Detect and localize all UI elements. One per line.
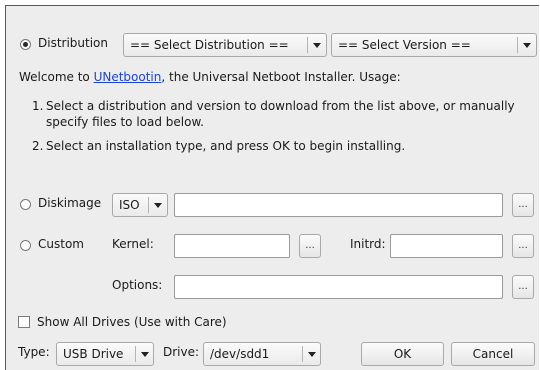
- version-select[interactable]: == Select Version ==: [331, 33, 537, 57]
- type-select-value: USB Drive: [63, 347, 124, 361]
- custom-label[interactable]: Custom: [38, 237, 84, 251]
- diskimage-browse-button[interactable]: ...: [512, 193, 534, 217]
- show-all-drives-checkbox[interactable]: [18, 316, 30, 328]
- kernel-label: Kernel:: [112, 237, 154, 251]
- drive-select[interactable]: /dev/sdd1: [203, 342, 321, 366]
- custom-radio[interactable]: [20, 240, 31, 251]
- drive-select-value: /dev/sdd1: [210, 347, 270, 361]
- unetbootin-window: Distribution == Select Distribution == =…: [5, 5, 539, 370]
- show-all-drives-label[interactable]: Show All Drives (Use with Care): [37, 315, 227, 329]
- options-browse-button[interactable]: ...: [512, 275, 534, 299]
- chevron-down-icon: [141, 352, 149, 357]
- initrd-browse-button[interactable]: ...: [512, 234, 534, 258]
- drive-label: Drive:: [163, 345, 200, 359]
- diskimage-format-value: ISO: [119, 198, 140, 212]
- kernel-browse-button[interactable]: ...: [299, 234, 321, 258]
- instruction-item: 2. Select an installation type, and pres…: [32, 139, 406, 153]
- diskimage-path-input[interactable]: [174, 193, 503, 217]
- diskimage-radio[interactable]: [20, 199, 31, 210]
- diskimage-format-select[interactable]: ISO: [112, 193, 168, 217]
- type-select[interactable]: USB Drive: [56, 342, 154, 366]
- distribution-radio[interactable]: [20, 39, 31, 50]
- type-label: Type:: [18, 345, 50, 359]
- chevron-down-icon: [523, 43, 531, 48]
- cancel-button[interactable]: Cancel: [451, 342, 535, 366]
- diskimage-label[interactable]: Diskimage: [38, 196, 101, 210]
- version-select-value: == Select Version ==: [338, 38, 471, 52]
- initrd-input[interactable]: [390, 234, 503, 258]
- options-input[interactable]: [174, 275, 503, 299]
- initrd-label: Initrd:: [350, 237, 386, 251]
- chevron-down-icon: [308, 352, 316, 357]
- ok-button[interactable]: OK: [361, 342, 444, 366]
- distribution-select[interactable]: == Select Distribution ==: [123, 33, 327, 57]
- distribution-label[interactable]: Distribution: [38, 36, 108, 50]
- intro-text: Welcome to UNetbootin, the Universal Net…: [19, 70, 401, 84]
- kernel-input[interactable]: [174, 234, 290, 258]
- chevron-down-icon: [313, 43, 321, 48]
- chevron-down-icon: [154, 203, 162, 208]
- unetbootin-link[interactable]: UNetbootin: [94, 70, 162, 84]
- distribution-select-value: == Select Distribution ==: [130, 38, 289, 52]
- options-label: Options:: [112, 278, 163, 292]
- instruction-item: 1. Select a distribution and version to …: [32, 99, 515, 129]
